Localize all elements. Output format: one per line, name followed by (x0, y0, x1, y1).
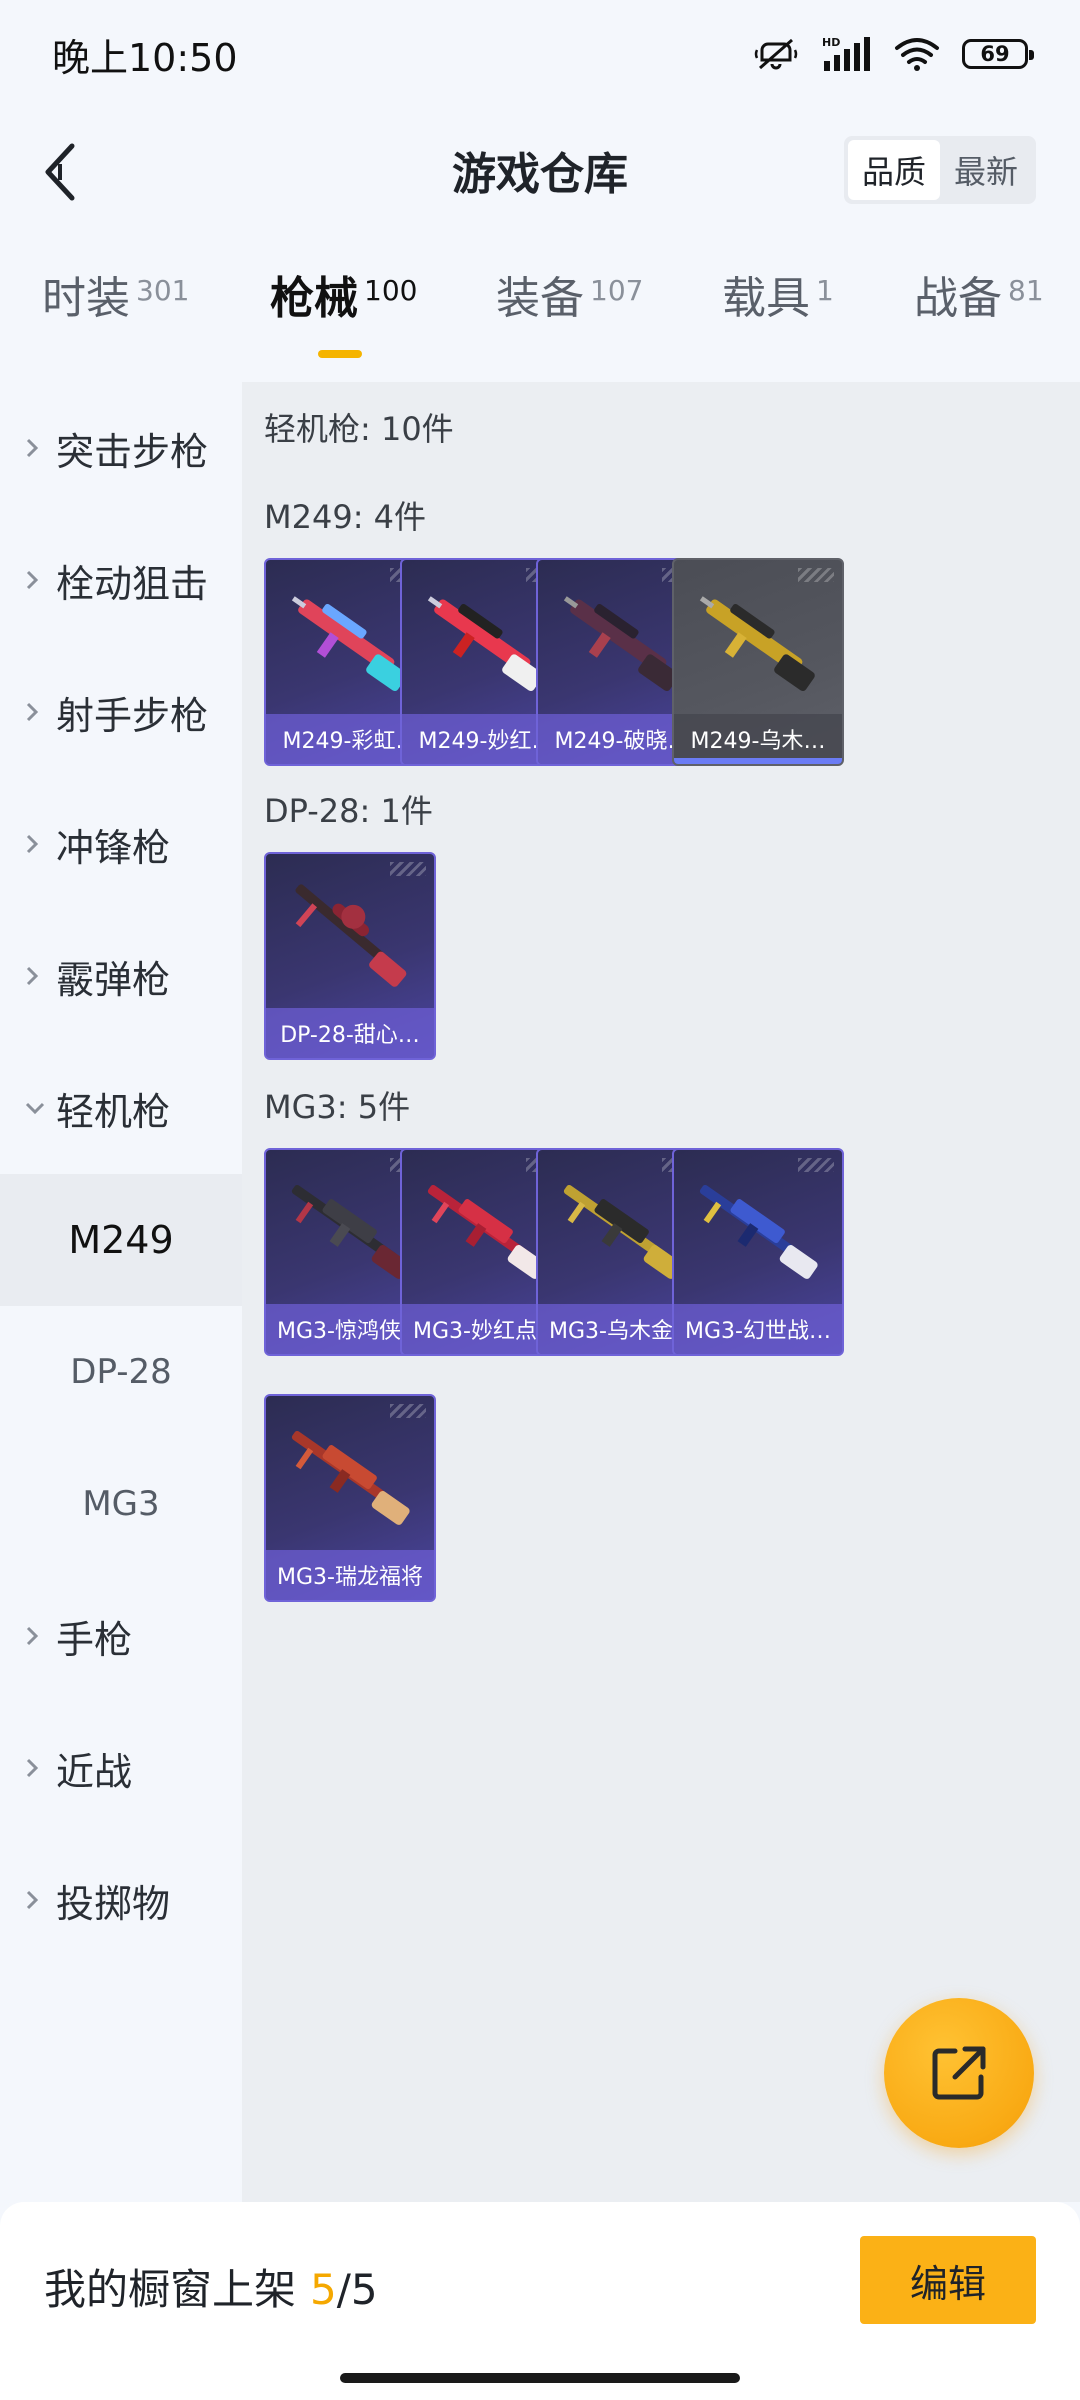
item-name-text: M249-彩虹… (282, 729, 418, 754)
status-icons: HD 69 (754, 35, 1034, 73)
sidebar-item-melee[interactable]: 近战 (0, 1702, 242, 1834)
showcase-count: 5 (310, 2265, 337, 2314)
sidebar: 突击步枪 栓动狙击 射手步枪 冲锋枪 霰弹枪 轻机枪 M249 DP-28 MG… (0, 382, 242, 2202)
chevron-right-icon (24, 1757, 56, 1779)
category-tabs: 时装 301 枪械 100 装备 107 载具 1 战备 81 (0, 270, 1080, 366)
tab-vehicles[interactable]: 载具 1 (722, 270, 834, 327)
sidebar-item-marksman-rifle[interactable]: 射手步枪 (0, 646, 242, 778)
showcase-total: /5 (336, 2265, 378, 2314)
status-time: 晚上10:50 (52, 35, 238, 80)
section-title: 轻机枪: 10件 (264, 410, 454, 448)
share-external-icon (932, 2046, 986, 2100)
sort-option-latest[interactable]: 最新 (940, 140, 1032, 200)
mute-vibrate-icon (754, 38, 798, 70)
chevron-down-icon (24, 1100, 56, 1116)
sidebar-item-label: 投掷物 (56, 1881, 171, 1926)
chevron-right-icon (24, 437, 56, 459)
sidebar-item-label: 轻机枪 (56, 1089, 171, 1134)
rifle-skin-icon (699, 1184, 818, 1279)
rifle-skin-icon (295, 884, 407, 987)
svg-text:HD: HD (822, 36, 840, 49)
page-title: 游戏仓库 (452, 149, 628, 200)
tab-label: 枪械 (270, 273, 358, 324)
tab-label: 载具 (722, 273, 810, 324)
chevron-right-icon (24, 1889, 56, 1911)
item-name-text: MG3-瑞龙福将 (277, 1565, 423, 1590)
chevron-right-icon (24, 833, 56, 855)
rifle-skin-icon (699, 596, 815, 692)
sidebar-item-label: 突击步枪 (56, 429, 209, 474)
item-name: MG3-瑞龙福将 (266, 1550, 434, 1600)
item-name-text: M249-乌木… (690, 729, 826, 754)
chevron-right-icon (24, 569, 56, 591)
signal-hd-icon: HD (822, 36, 870, 71)
sidebar-item-throwable[interactable]: 投掷物 (0, 1834, 242, 1966)
tab-count: 1 (816, 274, 834, 307)
chevron-right-icon (24, 1625, 56, 1647)
tab-equipment[interactable]: 装备 107 (496, 270, 643, 327)
chevron-right-icon (24, 701, 56, 723)
item-name-text: MG3-幻世战… (685, 1319, 831, 1344)
tab-label: 装备 (496, 273, 584, 324)
back-button[interactable] (24, 136, 96, 208)
tab-label: 战备 (914, 273, 1002, 324)
group-title-dp28: DP-28: 1件 (264, 792, 433, 830)
sidebar-item-label: 手枪 (56, 1617, 133, 1662)
battery-icon: 69 (962, 39, 1034, 69)
item-name-text: DP-28-甜心… (280, 1023, 420, 1048)
sidebar-item-bolt-sniper[interactable]: 栓动狙击 (0, 514, 242, 646)
rifle-skin-icon (291, 1430, 410, 1525)
sidebar-item-assault-rifle[interactable]: 突击步枪 (0, 382, 242, 514)
tab-label: 时装 (42, 273, 130, 324)
sidebar-item-label: 栓动狙击 (56, 561, 209, 606)
sidebar-item-label: 近战 (56, 1749, 133, 1794)
tab-fashion[interactable]: 时装 301 (42, 270, 189, 327)
header: 游戏仓库 品质 最新 (0, 108, 1080, 232)
sidebar-sub-m249[interactable]: M249 (0, 1174, 242, 1306)
sort-option-quality[interactable]: 品质 (847, 140, 940, 200)
bottom-bar: 我的橱窗上架 5 /5 编辑 (0, 2202, 1080, 2400)
selected-indicator (674, 758, 842, 764)
sidebar-item-label: 霰弹枪 (56, 957, 171, 1002)
tab-count: 81 (1008, 274, 1044, 307)
showcase-label: 我的橱窗上架 (44, 2265, 297, 2314)
item-name: DP-28-甜心… (266, 1008, 434, 1058)
tab-count: 301 (136, 274, 190, 307)
tab-count: 107 (590, 274, 644, 307)
chevron-right-icon (24, 965, 56, 987)
sidebar-item-label: 冲锋枪 (56, 825, 171, 870)
sidebar-item-pistol[interactable]: 手枪 (0, 1570, 242, 1702)
sidebar-item-lmg[interactable]: 轻机枪 (0, 1042, 242, 1174)
sidebar-item-shotgun[interactable]: 霰弹枪 (0, 910, 242, 1042)
group-title-m249: M249: 4件 (264, 498, 427, 536)
tab-firearms[interactable]: 枪械 100 (270, 270, 417, 327)
wifi-icon (895, 38, 939, 71)
tab-count: 100 (364, 274, 418, 307)
item-name-text: M249-妙红… (418, 729, 554, 754)
item-name: MG3-幻世战… (674, 1304, 842, 1354)
item-card[interactable]: MG3-幻世战… (672, 1148, 844, 1356)
edit-button[interactable]: 编辑 (860, 2236, 1036, 2324)
group-title-mg3: MG3: 5件 (264, 1088, 411, 1126)
home-indicator[interactable] (340, 2373, 740, 2383)
tab-supplies[interactable]: 战备 81 (914, 270, 1044, 327)
sidebar-item-label: 射手步枪 (56, 693, 209, 738)
sidebar-sub-dp28[interactable]: DP-28 (0, 1306, 242, 1438)
item-card[interactable]: M249-乌木… (672, 558, 844, 766)
sidebar-item-smg[interactable]: 冲锋枪 (0, 778, 242, 910)
sort-toggle: 品质 最新 (843, 136, 1036, 204)
item-card[interactable]: MG3-瑞龙福将 (264, 1394, 436, 1602)
item-name-text: M249-破晓… (554, 729, 690, 754)
sidebar-sub-mg3[interactable]: MG3 (0, 1438, 242, 1570)
status-bar: 晚上10:50 HD 69 (0, 0, 1080, 108)
showcase-status: 我的橱窗上架 5 /5 (44, 2256, 378, 2317)
item-list-panel: 轻机枪: 10件 M249: 4件 M249-彩虹… M249-妙红… M249… (242, 382, 1080, 2202)
item-card[interactable]: DP-28-甜心… (264, 852, 436, 1060)
share-fab[interactable] (884, 1998, 1034, 2148)
item-name: M249-乌木… (674, 714, 842, 764)
active-tab-indicator (318, 350, 362, 358)
back-arrow-icon (45, 143, 75, 201)
